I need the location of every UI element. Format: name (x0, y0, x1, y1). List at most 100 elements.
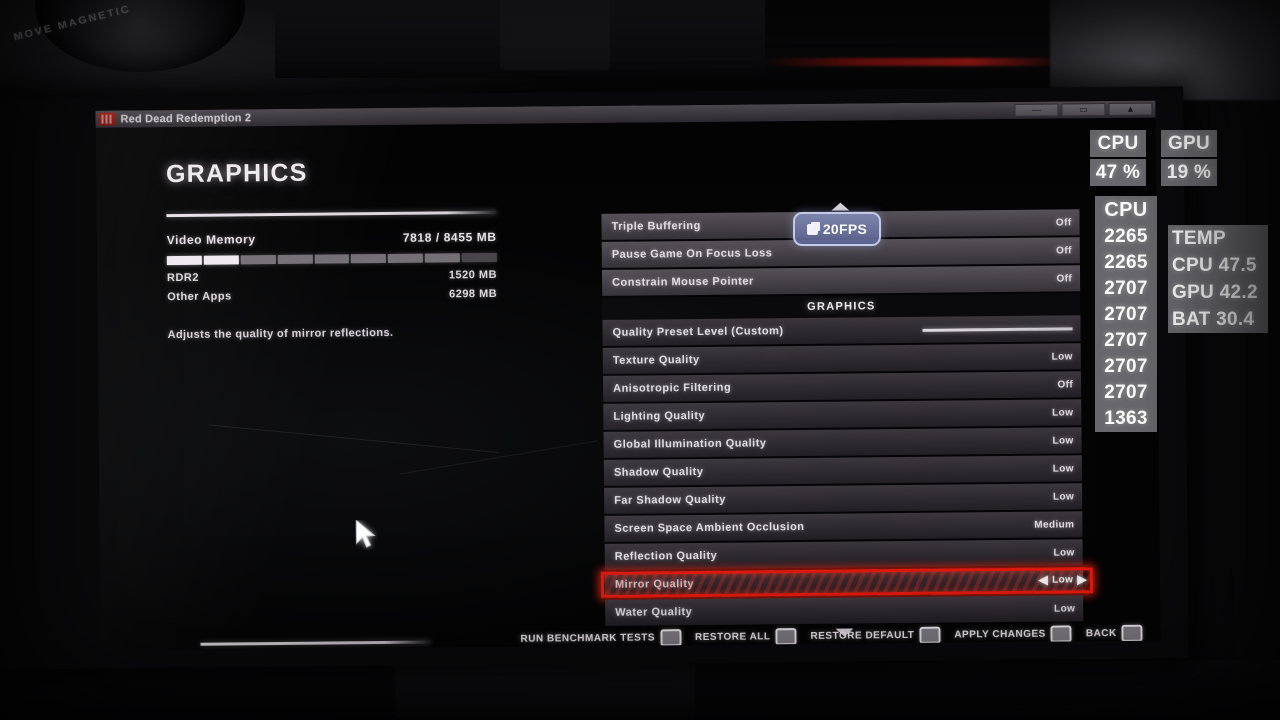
red-light-strip (760, 58, 1060, 66)
window-title: Red Dead Redemption 2 (120, 111, 252, 126)
setting-value: Low (1052, 490, 1075, 503)
key-hint-icon (775, 627, 797, 645)
setting-value: Off (1057, 378, 1074, 391)
maximize-button[interactable]: ▭ (1061, 103, 1106, 117)
setting-row-quality-preset-level[interactable]: Quality Preset Level (Custom) (602, 315, 1081, 346)
video-memory-row: Video Memory 7818 / 8455 MB (167, 230, 497, 247)
memory-segment (461, 252, 497, 263)
setting-row-global-illumination-quality[interactable]: Global Illumination Quality Low (603, 427, 1082, 458)
setting-label: Pause Game On Focus Loss (611, 247, 773, 261)
quality-preset-slider[interactable] (922, 326, 1073, 332)
hud-core-clock: 2707 (1095, 302, 1157, 328)
hud-core-clock: 2707 (1095, 328, 1157, 354)
hud-cpu-clocks: CPU 2265 2265 2707 2707 2707 2707 2707 1… (1095, 196, 1157, 432)
hud-core-clock: 2265 (1095, 224, 1157, 250)
setting-value: Low (1052, 406, 1074, 419)
memory-segment (240, 255, 276, 265)
hud-core-clock: 1363 (1095, 406, 1157, 432)
setting-label: Texture Quality (612, 353, 700, 367)
video-memory-label: Video Memory (166, 232, 256, 248)
key-hint-icon (659, 628, 682, 646)
settings-panel: Triple Buffering Off Pause Game On Focus… (600, 202, 1094, 637)
setting-label: Anisotropic Filtering (613, 381, 732, 395)
key-hint-icon (1121, 624, 1143, 642)
minimize-button[interactable]: — (1014, 103, 1059, 117)
setting-row-lighting-quality[interactable]: Lighting Quality Low (603, 399, 1082, 430)
setting-label: Far Shadow Quality (614, 493, 726, 507)
setting-label: Lighting Quality (613, 409, 706, 423)
button-label: Restore Default (810, 629, 915, 642)
arrow-right-icon[interactable]: ▶ (1077, 572, 1087, 586)
hud-gpu-value: 19 % (1161, 159, 1217, 186)
setting-label: Water Quality (615, 606, 693, 619)
setting-value: Off (1055, 216, 1072, 229)
hud-cpu-usage: CPU 47 % (1090, 130, 1146, 188)
setting-value: Low (1052, 434, 1074, 447)
setting-label: Mirror Quality (614, 578, 695, 591)
apply-changes-button[interactable]: Apply Changes (954, 624, 1072, 643)
setting-row-shadow-quality[interactable]: Shadow Quality Low (603, 455, 1083, 486)
section-header-label: GRAPHICS (807, 300, 876, 313)
hud-core-clock: 2707 (1095, 276, 1157, 302)
video-memory-bar (166, 252, 497, 266)
screen-scratch (209, 424, 498, 454)
setting-label: Screen Space Ambient Occlusion (614, 520, 805, 535)
other-apps-memory-label: Other Apps (167, 290, 232, 304)
setting-value: Medium (1034, 518, 1075, 531)
page-title: GRAPHICS (165, 158, 308, 189)
memory-segment (166, 255, 202, 266)
run-benchmark-tests-button[interactable]: Run Benchmark Tests (520, 628, 682, 648)
memory-segment (314, 254, 350, 264)
fps-overlay-badge[interactable]: 20FPS (793, 212, 881, 246)
restore-all-button[interactable]: Restore All (695, 627, 797, 646)
setting-row-texture-quality[interactable]: Texture Quality Low (602, 343, 1081, 374)
setting-value: Off (1056, 272, 1073, 285)
hud-temperatures: TEMP CPU 47.5 GPU 42.2 BAT 30.4 (1168, 225, 1268, 333)
memory-segment (388, 253, 424, 263)
rdr2-memory-value: 1520 MB (448, 268, 498, 282)
setting-value: Off (1056, 244, 1072, 257)
collapse-button[interactable]: ▲ (1108, 102, 1153, 117)
setting-label: Shadow Quality (613, 465, 704, 479)
left-info-column: GRAPHICS Video Memory 7818 / 8455 MB RDR… (166, 157, 498, 341)
frame-counter-icon (806, 223, 818, 235)
setting-label: Triple Buffering (611, 219, 701, 233)
memory-segment (351, 253, 387, 264)
other-apps-memory-value: 6298 MB (448, 287, 498, 301)
setting-row-anisotropic-filtering[interactable]: Anisotropic Filtering Off (602, 371, 1082, 402)
hud-cpu-clocks-title: CPU (1095, 196, 1157, 224)
hud-temp-bat: BAT 30.4 (1168, 306, 1268, 333)
memory-breakdown-row: Other Apps 6298 MB (167, 288, 497, 303)
scroll-up-chevron-icon[interactable] (831, 202, 850, 211)
setting-row-constrain-mouse-pointer[interactable]: Constrain Mouse Pointer Off (601, 265, 1081, 296)
button-label: Back (1085, 627, 1117, 639)
hud-core-clock: 2265 (1095, 250, 1157, 276)
setting-label: Reflection Quality (614, 549, 718, 563)
title-bar-spacer (251, 110, 1014, 117)
setting-row-far-shadow-quality[interactable]: Far Shadow Quality Low (604, 483, 1083, 514)
memory-segment (203, 255, 239, 265)
arrow-left-icon[interactable]: ◀ (1038, 573, 1048, 587)
setting-value: Low (1052, 462, 1074, 475)
setting-description: Adjusts the quality of mirror reflection… (167, 326, 394, 342)
setting-value: Low (1051, 350, 1073, 363)
setting-label: Constrain Mouse Pointer (612, 275, 754, 289)
fps-value: 20FPS (822, 221, 868, 237)
setting-label: Global Illumination Quality (613, 437, 767, 451)
mouse-cursor (355, 520, 376, 548)
setting-row-mirror-quality[interactable]: Mirror Quality ◀ Low ▶ (600, 567, 1094, 598)
back-button[interactable]: Back (1086, 624, 1143, 642)
key-hint-icon (919, 626, 941, 644)
desk-object-block-secondary (500, 0, 610, 70)
rdr2-memory-label: RDR2 (166, 271, 200, 285)
setting-row-screen-space-ambient-occlusion[interactable]: Screen Space Ambient Occlusion Medium (604, 511, 1083, 542)
hud-gpu-usage: GPU 19 % (1161, 130, 1217, 188)
hud-cpu-value: 47 % (1090, 159, 1146, 186)
setting-value: Low (1053, 546, 1075, 559)
button-label: Apply Changes (954, 628, 1046, 641)
restore-default-button[interactable]: Restore Default (810, 626, 941, 644)
window-title-bar: Red Dead Redemption 2 — ▭ ▲ (95, 100, 1156, 128)
setting-value: Low (1053, 602, 1076, 615)
setting-row-reflection-quality[interactable]: Reflection Quality Low (604, 539, 1083, 570)
selected-setting-value-group[interactable]: ◀ Low ▶ (1038, 572, 1087, 586)
